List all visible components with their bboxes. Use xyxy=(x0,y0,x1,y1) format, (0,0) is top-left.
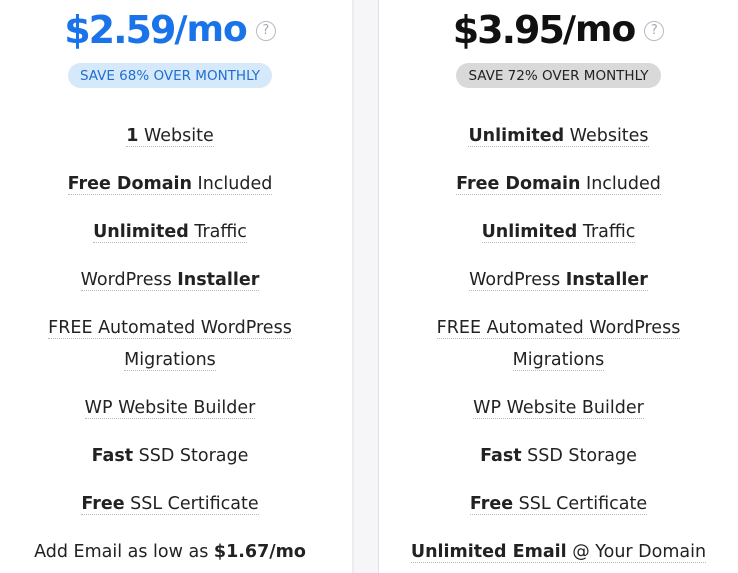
feature-ssd-storage: Fast SSD Storage xyxy=(480,446,637,466)
feature-ssl: Free SSL Certificate xyxy=(81,494,259,515)
help-icon[interactable]: ? xyxy=(644,21,665,41)
feature-email: Unlimited Email @ Your Domain xyxy=(410,542,707,563)
column-gutter xyxy=(354,0,379,573)
feature-website-builder: WP Website Builder xyxy=(473,398,644,419)
price-row: $2.59 /mo ? xyxy=(0,6,340,54)
feature-websites: 1 Website xyxy=(126,126,214,147)
feature-websites: Unlimited Websites xyxy=(468,126,649,147)
feature-free-domain: Free Domain Included xyxy=(67,174,273,195)
price-period: /mo xyxy=(174,9,247,50)
feature-wordpress-installer: WordPress Installer xyxy=(469,270,648,291)
feature-migrations: FREE Automated WordPress Migrations xyxy=(48,318,292,371)
price-row: $3.95 /mo ? xyxy=(379,6,738,54)
price-amount: $3.95 xyxy=(452,8,565,52)
plan-card-unlimited: $3.95 /mo ? SAVE 72% OVER MONTHLY Unlimi… xyxy=(379,0,738,573)
feature-ssl: Free SSL Certificate xyxy=(469,494,648,515)
feature-traffic: Unlimited Traffic xyxy=(93,222,247,243)
feature-free-domain: Free Domain Included xyxy=(456,174,661,195)
feature-website-builder: WP Website Builder xyxy=(84,398,256,419)
plan-card-starter: $2.59 /mo ? SAVE 68% OVER MONTHLY 1 Webs… xyxy=(0,0,340,573)
savings-badge: SAVE 68% OVER MONTHLY xyxy=(67,63,273,88)
feature-migrations: FREE Automated WordPress Migrations xyxy=(436,318,681,371)
feature-email: Add Email as low as $1.67/mo xyxy=(34,542,306,562)
feature-ssd-storage: Fast SSD Storage xyxy=(91,446,249,466)
feature-traffic: Unlimited Traffic xyxy=(481,222,636,243)
savings-badge: SAVE 72% OVER MONTHLY xyxy=(456,63,661,88)
price-amount: $2.59 xyxy=(64,8,176,52)
help-icon[interactable]: ? xyxy=(255,21,276,41)
feature-wordpress-installer: WordPress Installer xyxy=(80,270,260,291)
price-period: /mo xyxy=(562,9,636,50)
